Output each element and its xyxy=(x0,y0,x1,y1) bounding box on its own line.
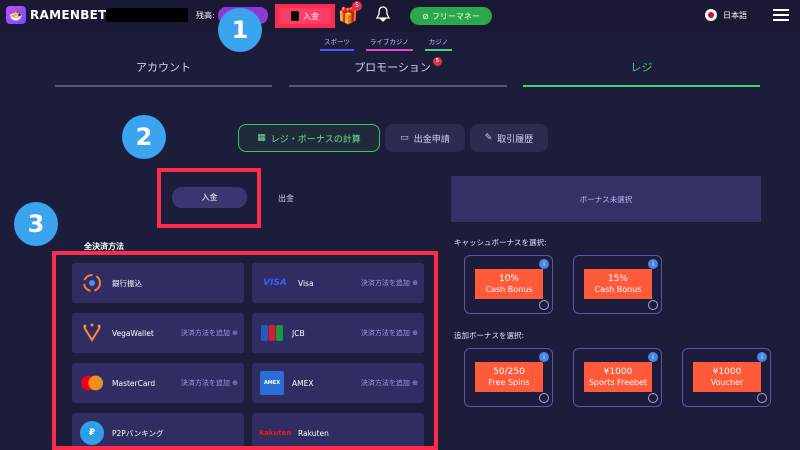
subnav-casino[interactable]: カジノ xyxy=(424,34,453,51)
tab-promotions[interactable]: プロモーション 5 xyxy=(289,57,507,87)
redacted-username xyxy=(106,8,188,22)
gift-badge: 5 xyxy=(352,1,362,11)
callout-2: 2 xyxy=(122,115,166,159)
bonus-type: Cash Bonus xyxy=(485,284,533,294)
free-money-button[interactable]: ⊘ フリーマネー xyxy=(410,7,492,25)
callout-1: 1 xyxy=(218,8,262,52)
free-money-label: フリーマネー xyxy=(431,11,480,21)
subnav-sports[interactable]: スポーツ xyxy=(320,34,354,51)
cashier-bonus-calc-label: レジ・ボーナスの計算 xyxy=(270,134,361,145)
info-icon[interactable]: i xyxy=(757,352,767,362)
bonus-amount: 50/250 xyxy=(493,366,525,377)
tab-cashier[interactable]: レジ xyxy=(523,57,760,87)
bonus-radio[interactable] xyxy=(648,300,658,310)
cash-bonus-label: キャッシュボーナスを選択: xyxy=(454,238,547,247)
brand-logo[interactable]: 🍜 RAMENBET xyxy=(6,6,107,24)
balance-label: 残高: xyxy=(196,11,215,20)
info-icon[interactable]: i xyxy=(539,352,549,362)
account-tabs: アカウント プロモーション 5 レジ xyxy=(55,57,760,89)
transaction-history-label: 取引履歴 xyxy=(497,134,534,145)
bonus-radio[interactable] xyxy=(757,393,767,403)
bonus-card-sports-freebet[interactable]: ¥1000 Sports Freebet i xyxy=(573,348,662,407)
bonus-tag: ¥1000 Sports Freebet xyxy=(584,362,652,392)
tab-account[interactable]: アカウント xyxy=(55,57,272,87)
bonus-amount: ¥1000 xyxy=(712,366,742,377)
info-icon[interactable]: i xyxy=(539,259,549,269)
bonus-amount: 15% xyxy=(607,273,628,284)
wallet-outline-icon: ▭ xyxy=(400,133,409,143)
highlight-box-deposit xyxy=(275,4,335,28)
bonus-amount: ¥1000 xyxy=(603,366,633,377)
tag-icon: ⊘ xyxy=(422,11,429,21)
calculator-icon: ▦ xyxy=(257,133,266,143)
bonus-type: Sports Freebet xyxy=(588,377,648,387)
withdraw-toggle[interactable]: 出金 xyxy=(278,193,294,204)
top-bar: 🍜 RAMENBET 残高: 入金 🎁 5 ⊘ フリーマネー 日本語 xyxy=(0,0,800,32)
tab-promotions-label: プロモーション xyxy=(354,61,431,74)
highlight-box-payment-methods xyxy=(52,251,438,450)
tab-cashier-label: レジ xyxy=(630,61,653,74)
bonus-type: Free Spins xyxy=(488,377,530,387)
bonus-card-cash-15[interactable]: 15% Cash Bonus i xyxy=(573,255,662,314)
bonus-type: Voucher xyxy=(710,377,744,387)
language-label: 日本語 xyxy=(723,10,747,20)
history-icon: ✎ xyxy=(484,133,493,143)
brand-name: RAMENBET xyxy=(30,8,107,22)
bonus-radio[interactable] xyxy=(539,393,549,403)
transaction-history-button[interactable]: ✎ 取引履歴 xyxy=(470,124,548,152)
subnav-live-casino[interactable]: ライブカジノ xyxy=(365,34,413,51)
bonus-card-free-spins[interactable]: 50/250 Free Spins i xyxy=(464,348,553,407)
info-icon[interactable]: i xyxy=(648,259,658,269)
bonus-status-banner: ボーナス未選択 xyxy=(451,176,761,222)
bonus-radio[interactable] xyxy=(539,300,549,310)
promotions-badge: 5 xyxy=(432,57,442,66)
highlight-box-deposit-toggle xyxy=(157,168,261,228)
bonus-tag: 15% Cash Bonus xyxy=(584,269,652,299)
withdraw-request-label: 出金申請 xyxy=(413,134,450,145)
callout-3: 3 xyxy=(14,202,58,246)
ramen-bowl-icon: 🍜 xyxy=(6,6,26,24)
cashier-bonus-calc-button[interactable]: ▦ レジ・ボーナスの計算 xyxy=(238,124,380,152)
withdraw-request-button[interactable]: ▭ 出金申請 xyxy=(385,124,465,152)
info-icon[interactable]: i xyxy=(648,352,658,362)
hamburger-menu-icon[interactable] xyxy=(773,9,789,22)
bonus-type: Cash Bonus xyxy=(594,284,642,294)
bonus-radio[interactable] xyxy=(648,393,658,403)
extra-bonus-label: 追加ボーナスを選択: xyxy=(454,331,525,340)
tab-account-label: アカウント xyxy=(136,61,191,74)
language-selector[interactable]: 日本語 xyxy=(705,9,747,21)
bonus-tag: 50/250 Free Spins xyxy=(475,362,543,392)
bonus-tag: 10% Cash Bonus xyxy=(475,269,543,299)
bonus-card-cash-10[interactable]: 10% Cash Bonus i xyxy=(464,255,553,314)
bonus-card-voucher[interactable]: ¥1000 Voucher i xyxy=(682,348,771,407)
bonus-amount: 10% xyxy=(498,273,519,284)
japan-flag-icon xyxy=(705,9,717,21)
sub-navigation: スポーツ ライブカジノ カジノ xyxy=(0,34,800,51)
notification-bell-icon[interactable] xyxy=(374,6,392,26)
bonus-tag: ¥1000 Voucher xyxy=(693,362,761,392)
